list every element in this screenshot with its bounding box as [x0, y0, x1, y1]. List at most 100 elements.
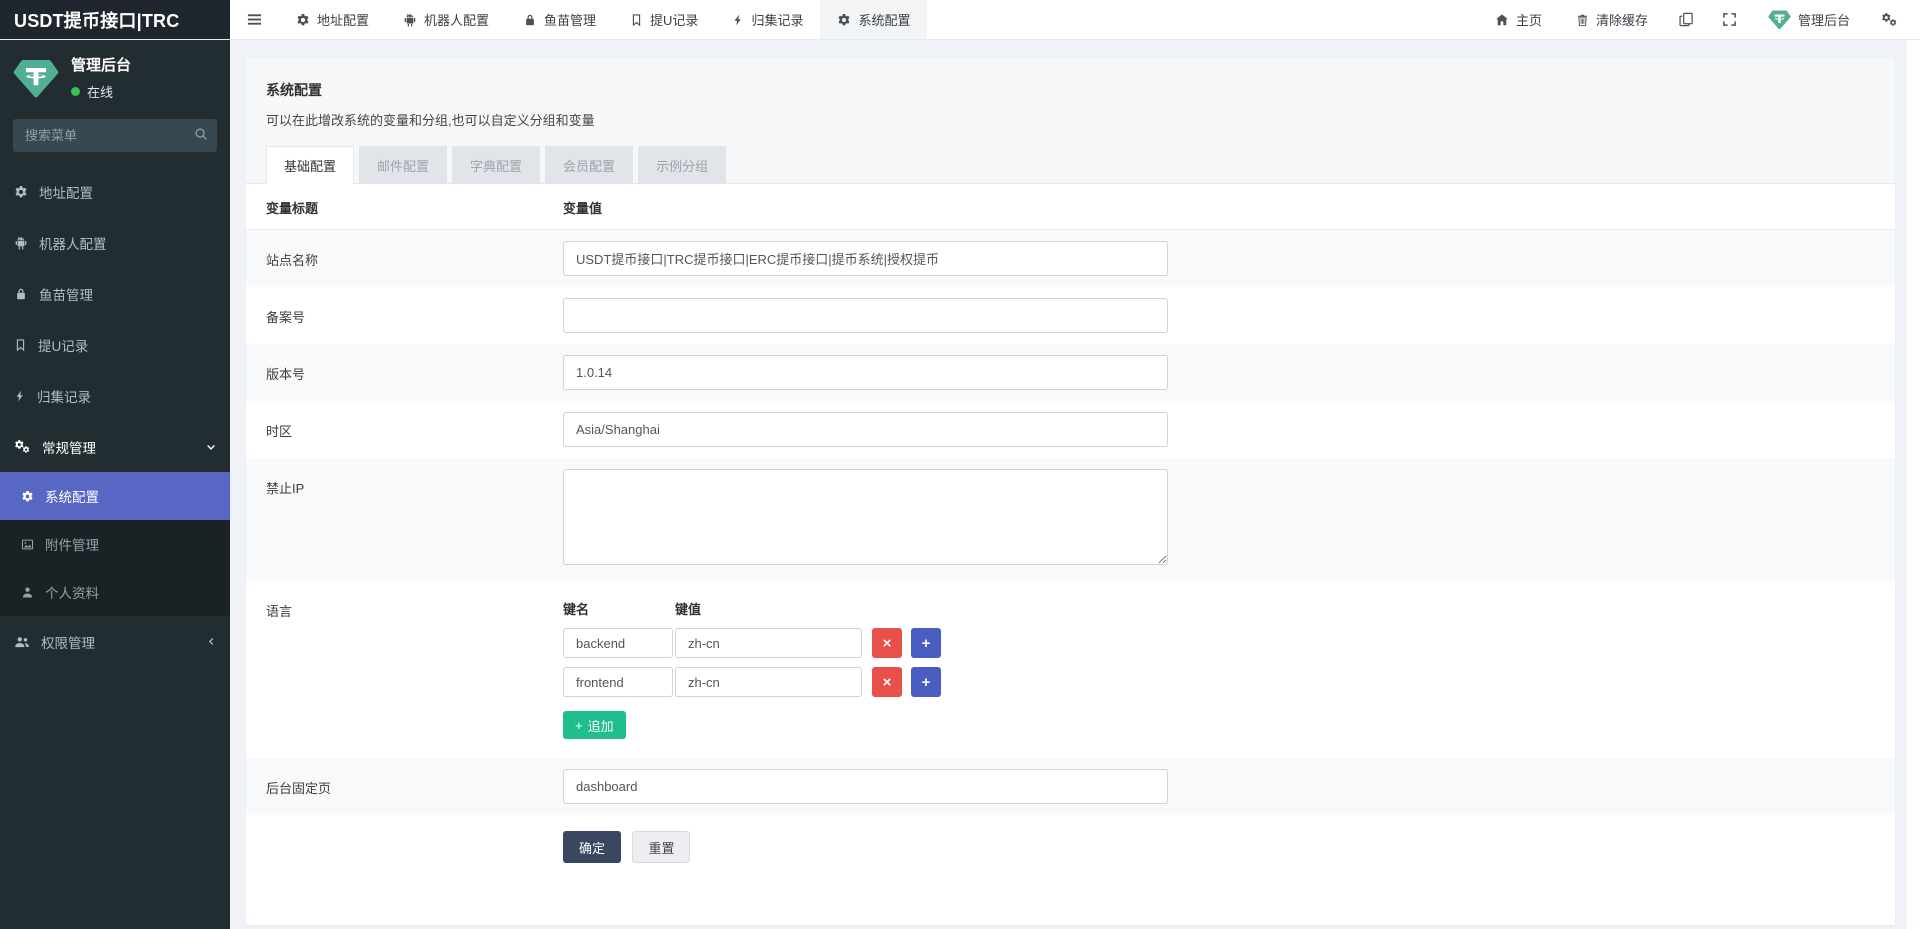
remove-row-button[interactable]: ×	[872, 667, 902, 697]
user-status: 在线	[71, 82, 131, 101]
add-row-button[interactable]: +	[911, 628, 941, 658]
avatar	[13, 55, 59, 101]
android-icon	[403, 13, 417, 27]
language-pair-row: × +	[563, 628, 1875, 658]
users-icon	[14, 635, 30, 649]
cogs-icon	[1881, 12, 1898, 27]
form-row-version: 版本号	[246, 344, 1895, 401]
android-icon	[14, 236, 28, 250]
topnav-system-config[interactable]: 系统配置	[820, 0, 927, 39]
sidebar-toggle-button[interactable]	[230, 0, 279, 39]
sidebar-item-collect-records[interactable]: 归集记录	[0, 370, 230, 421]
fullscreen-button[interactable]	[1708, 0, 1751, 39]
submit-button[interactable]: 确定	[563, 831, 621, 863]
tab-mail-config[interactable]: 邮件配置	[359, 146, 447, 184]
admin-profile-button[interactable]: 管理后台	[1751, 0, 1867, 39]
language-value-input[interactable]	[675, 667, 862, 697]
tab-dictionary-config[interactable]: 字典配置	[452, 146, 540, 184]
form-table-header: 变量标题 变量值	[246, 184, 1895, 230]
tab-member-config[interactable]: 会员配置	[545, 146, 633, 184]
sidebar-subitem-label: 附件管理	[45, 534, 99, 554]
copy-page-button[interactable]	[1665, 0, 1708, 39]
form-actions-row: 确定 重置	[246, 815, 1895, 889]
sidebar-item-fish-manage[interactable]: 鱼苗管理	[0, 268, 230, 319]
form-row-timezone: 时区	[246, 401, 1895, 458]
page-subtitle: 可以在此增改系统的变量和分组,也可以自定义分组和变量	[266, 110, 1875, 129]
timezone-input[interactable]	[563, 412, 1168, 447]
home-button[interactable]: 主页	[1478, 0, 1559, 39]
avatar	[1768, 8, 1791, 31]
user-panel: 管理后台 在线	[0, 40, 230, 111]
topnav-withdraw-records[interactable]: 提U记录	[613, 0, 715, 39]
row-label: 站点名称	[266, 241, 563, 269]
reset-button[interactable]: 重置	[632, 831, 690, 863]
row-spacer	[246, 750, 1895, 758]
image-file-icon	[21, 538, 34, 551]
clear-cache-label: 清除缓存	[1596, 10, 1648, 29]
sidebar-menu: 地址配置 机器人配置 鱼苗管理 提U记录 归集记录 常规管理 系统配置	[0, 166, 230, 667]
beian-input[interactable]	[563, 298, 1168, 333]
sidebar-item-label: 地址配置	[39, 182, 93, 202]
sidebar-item-general-manage[interactable]: 常规管理	[0, 421, 230, 472]
sidebar-item-address-config[interactable]: 地址配置	[0, 166, 230, 217]
lock-icon	[523, 13, 537, 27]
topnav-address-config[interactable]: 地址配置	[279, 0, 386, 39]
fullscreen-icon	[1722, 12, 1737, 27]
form-row-beian: 备案号	[246, 287, 1895, 344]
cogs-icon	[14, 439, 31, 454]
sidebar-subitem-system-config[interactable]: 系统配置	[0, 472, 230, 520]
sidebar-subitem-attachment-manage[interactable]: 附件管理	[0, 520, 230, 568]
language-key-input[interactable]	[563, 628, 673, 658]
language-pair-row: × +	[563, 667, 1875, 697]
sidebar-item-permission-manage[interactable]: 权限管理	[0, 616, 230, 667]
site-name-input[interactable]	[563, 241, 1168, 276]
column-header-title: 变量标题	[266, 198, 563, 217]
topnav-robot-config[interactable]: 机器人配置	[386, 0, 506, 39]
sidebar-item-label: 常规管理	[42, 437, 96, 457]
search-icon[interactable]	[194, 127, 208, 141]
append-button[interactable]: + 追加	[563, 711, 626, 739]
topnav-collect-records[interactable]: 归集记录	[715, 0, 820, 39]
user-name: 管理后台	[71, 54, 131, 75]
plus-icon: +	[575, 718, 583, 733]
language-key-input[interactable]	[563, 667, 673, 697]
sidebar-subitem-label: 个人资料	[45, 582, 99, 602]
sidebar-submenu: 系统配置 附件管理 个人资料	[0, 472, 230, 616]
key-value-header: 键值	[675, 599, 883, 618]
language-value-input[interactable]	[675, 628, 862, 658]
form-row-fixed-page: 后台固定页	[246, 758, 1895, 815]
card-body: 变量标题 变量值 站点名称 备案号 版本号 时区 禁止IP	[246, 184, 1895, 925]
sidebar-item-label: 归集记录	[37, 386, 91, 406]
key-name-header: 键名	[563, 599, 675, 618]
hamburger-icon	[247, 12, 262, 27]
sidebar-item-robot-config[interactable]: 机器人配置	[0, 217, 230, 268]
row-label: 后台固定页	[266, 769, 563, 797]
gear-icon	[296, 13, 310, 27]
trash-icon	[1576, 13, 1589, 27]
topbar-right: 主页 清除缓存 管理后台	[1478, 0, 1920, 39]
tab-example-group[interactable]: 示例分组	[638, 146, 726, 184]
topnav-fish-manage[interactable]: 鱼苗管理	[506, 0, 613, 39]
remove-row-button[interactable]: ×	[872, 628, 902, 658]
settings-button[interactable]	[1867, 0, 1912, 39]
row-label: 时区	[266, 412, 563, 440]
bolt-icon	[732, 13, 744, 27]
forbidden-ip-textarea[interactable]	[563, 469, 1168, 565]
topbar: USDT提币接口|TRC 地址配置 机器人配置 鱼苗管理 提U记录 归集记录	[0, 0, 1920, 40]
sidebar-item-label: 权限管理	[41, 632, 95, 652]
add-row-button[interactable]: +	[911, 667, 941, 697]
tab-basic-config[interactable]: 基础配置	[266, 146, 354, 184]
column-header-value: 变量值	[563, 198, 1875, 217]
form-row-site-name: 站点名称	[246, 230, 1895, 287]
bookmark-icon	[14, 338, 27, 352]
config-card: 系统配置 可以在此增改系统的变量和分组,也可以自定义分组和变量 基础配置 邮件配…	[246, 58, 1895, 925]
app-logo: USDT提币接口|TRC	[0, 0, 230, 39]
scrollbar[interactable]	[1905, 40, 1920, 929]
fixed-page-input[interactable]	[563, 769, 1168, 804]
sidebar-item-withdraw-records[interactable]: 提U记录	[0, 319, 230, 370]
version-input[interactable]	[563, 355, 1168, 390]
sidebar-subitem-profile[interactable]: 个人资料	[0, 568, 230, 616]
clear-cache-button[interactable]: 清除缓存	[1559, 0, 1665, 39]
search-input[interactable]	[13, 119, 217, 152]
form-row-language: 语言 键名 键值 × + ×	[246, 581, 1895, 750]
